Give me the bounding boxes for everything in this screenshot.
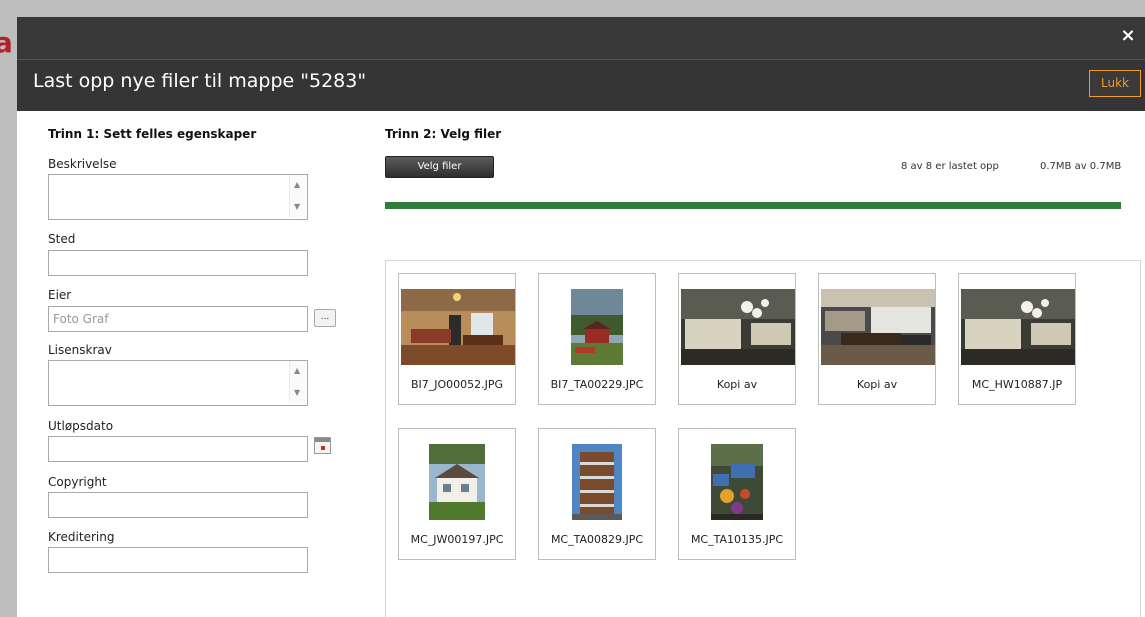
red-house-photo — [571, 289, 623, 365]
file-thumbnail[interactable]: MC_TA10135.JPC — [678, 428, 796, 560]
dialog-titlebar: Last opp nye filer til mappe "5283" Lukk — [17, 59, 1145, 111]
copyright-label: Copyright — [48, 475, 107, 489]
upload-progress-bar — [385, 202, 1121, 209]
beskrivelse-textarea[interactable] — [48, 174, 308, 220]
eier-browse-button[interactable]: ... — [314, 309, 336, 327]
file-name: MC_JW00197.JPC — [410, 533, 504, 546]
upload-progress-fill — [385, 202, 1121, 209]
file-thumbnail[interactable]: MC_JW00197.JPC — [398, 428, 516, 560]
lisenskrav-textarea[interactable] — [48, 360, 308, 406]
kreditering-input[interactable] — [48, 547, 308, 573]
file-name: Kopi av — [716, 378, 758, 391]
scroll-down-icon[interactable]: ▼ — [294, 389, 300, 397]
file-thumbnail[interactable]: BI7_TA00229.JPC — [538, 273, 656, 405]
lisenskrav-scrollbar[interactable]: ▲ ▼ — [289, 361, 306, 403]
lukk-button[interactable]: Lukk — [1089, 70, 1141, 97]
apartment-building-photo — [572, 444, 622, 520]
file-thumbnail[interactable]: Kopi av — [678, 273, 796, 405]
backdrop-logo-letter: a — [0, 26, 13, 59]
kreditering-label: Kreditering — [48, 530, 115, 544]
eier-input[interactable]: Foto Graf — [48, 306, 308, 332]
scroll-up-icon[interactable]: ▲ — [294, 181, 300, 189]
upload-count-status: 8 av 8 er lastet opp — [901, 161, 999, 172]
garden-patio-photo — [711, 444, 763, 520]
upload-size-status: 0.7MB av 0.7MB — [1040, 161, 1122, 172]
file-thumbnail[interactable]: MC_TA00829.JPC — [538, 428, 656, 560]
sted-input[interactable] — [48, 250, 308, 276]
file-name: MC_HW10887.JP — [971, 378, 1063, 391]
file-name: BI7_JO00052.JPG — [410, 378, 504, 391]
utlopsdato-input[interactable] — [48, 436, 308, 462]
step1-heading: Trinn 1: Sett felles egenskaper — [48, 127, 257, 141]
eier-label: Eier — [48, 288, 72, 302]
utlopsdato-label: Utløpsdato — [48, 419, 114, 433]
step2-heading: Trinn 2: Velg filer — [385, 127, 502, 141]
file-name: Kopi av — [856, 378, 898, 391]
close-icon[interactable]: × — [1119, 27, 1137, 45]
lisenskrav-label: Lisenskrav — [48, 343, 112, 357]
file-name: MC_TA00829.JPC — [550, 533, 644, 546]
dialog-title: Last opp nye filer til mappe "5283" — [33, 70, 367, 92]
dialog-topbar: × — [17, 17, 1145, 59]
file-thumbnail[interactable]: MC_HW10887.JP — [958, 273, 1076, 405]
calendar-icon[interactable] — [314, 437, 331, 454]
file-name: MC_TA10135.JPC — [690, 533, 784, 546]
scroll-down-icon[interactable]: ▼ — [294, 203, 300, 211]
sted-label: Sted — [48, 232, 76, 246]
file-thumbnail[interactable]: BI7_JO00052.JPG — [398, 273, 516, 405]
file-thumbnail[interactable]: Kopi av — [818, 273, 936, 405]
scroll-up-icon[interactable]: ▲ — [294, 367, 300, 375]
living-room-orchid-photo — [961, 289, 1075, 365]
file-name: BI7_TA00229.JPC — [550, 378, 644, 391]
copyright-input[interactable] — [48, 492, 308, 518]
interior-kitchen-photo — [401, 289, 515, 365]
kitchen-dining-photo — [821, 289, 935, 365]
files-panel: BI7_JO00052.JPG BI7_TA00229.JPC Kopi av … — [385, 260, 1141, 617]
beskrivelse-label: Beskrivelse — [48, 157, 117, 171]
beskrivelse-scrollbar[interactable]: ▲ ▼ — [289, 175, 306, 217]
living-room-orchid-photo — [681, 289, 795, 365]
upload-dialog: × Last opp nye filer til mappe "5283" Lu… — [17, 17, 1145, 617]
white-house-photo — [429, 444, 485, 520]
choose-files-button[interactable]: Velg filer — [385, 156, 494, 178]
